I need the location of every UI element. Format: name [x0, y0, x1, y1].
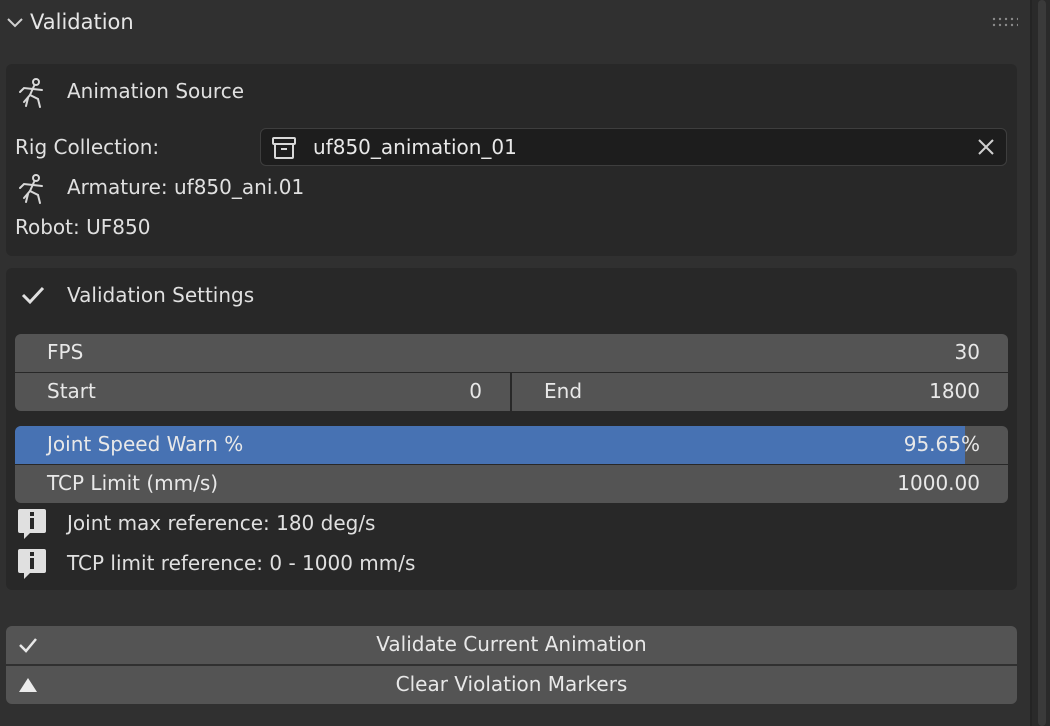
- rig-collection-value: uf850_animation_01: [313, 135, 517, 159]
- fps-field[interactable]: FPS 30: [15, 334, 1008, 372]
- validation-settings-panel: Validation Settings FPS 30 Start 0 End 1…: [6, 268, 1017, 590]
- start-value: 0: [469, 379, 482, 403]
- robot-text: Robot: UF850: [15, 215, 151, 239]
- joint-speed-warn-label: Joint Speed Warn %: [47, 432, 244, 456]
- fps-label: FPS: [47, 340, 84, 364]
- rig-collection-field[interactable]: uf850_animation_01: [260, 128, 1007, 166]
- start-frame-field[interactable]: Start 0: [15, 373, 510, 411]
- scrollbar-track[interactable]: [1038, 0, 1046, 726]
- validation-settings-title: Validation Settings: [67, 283, 255, 307]
- panel-title: Validation: [30, 10, 134, 34]
- tcp-limit-value: 1000.00: [897, 471, 980, 495]
- validation-panel-header[interactable]: Validation: [0, 0, 1030, 48]
- clear-button-label: Clear Violation Markers: [395, 672, 628, 696]
- end-label: End: [544, 379, 583, 403]
- chevron-down-icon: [7, 18, 23, 28]
- scrollbar[interactable]: [1030, 0, 1050, 726]
- joint-speed-warn-slider[interactable]: Joint Speed Warn % 95.65%: [15, 426, 1008, 464]
- close-icon[interactable]: [976, 137, 996, 157]
- clear-violation-markers-button[interactable]: Clear Violation Markers: [6, 666, 1017, 704]
- info-icon: [18, 549, 46, 579]
- fps-value: 30: [954, 340, 980, 364]
- tcp-limit-reference: TCP limit reference: 0 - 1000 mm/s: [67, 551, 416, 575]
- checkmark-icon: [21, 286, 45, 305]
- limit-settings-group: Joint Speed Warn % 95.65% TCP Limit (mm/…: [15, 426, 1008, 503]
- start-label: Start: [47, 379, 96, 403]
- tcp-limit-label: TCP Limit (mm/s): [47, 471, 219, 495]
- drag-grip-icon[interactable]: [992, 16, 1018, 28]
- armature-icon: [19, 174, 43, 204]
- validate-button-label: Validate Current Animation: [376, 632, 647, 656]
- armature-text: Armature: uf850_ani.01: [67, 175, 305, 199]
- armature-icon: [19, 78, 43, 108]
- joint-max-reference: Joint max reference: 180 deg/s: [67, 511, 376, 535]
- joint-speed-warn-value: 95.65%: [903, 432, 980, 456]
- tcp-limit-field[interactable]: TCP Limit (mm/s) 1000.00: [15, 465, 1008, 503]
- frame-settings-group: FPS 30 Start 0 End 1800: [15, 334, 1008, 411]
- rig-collection-label: Rig Collection:: [15, 135, 160, 159]
- end-frame-field[interactable]: End 1800: [512, 373, 1008, 411]
- info-icon: [18, 509, 46, 539]
- validate-animation-button[interactable]: Validate Current Animation: [6, 626, 1017, 664]
- end-value: 1800: [929, 379, 980, 403]
- animation-source-panel: Animation Source Rig Collection: uf850_a…: [6, 64, 1017, 256]
- collection-box-icon: [272, 137, 296, 159]
- animation-source-title: Animation Source: [67, 79, 245, 103]
